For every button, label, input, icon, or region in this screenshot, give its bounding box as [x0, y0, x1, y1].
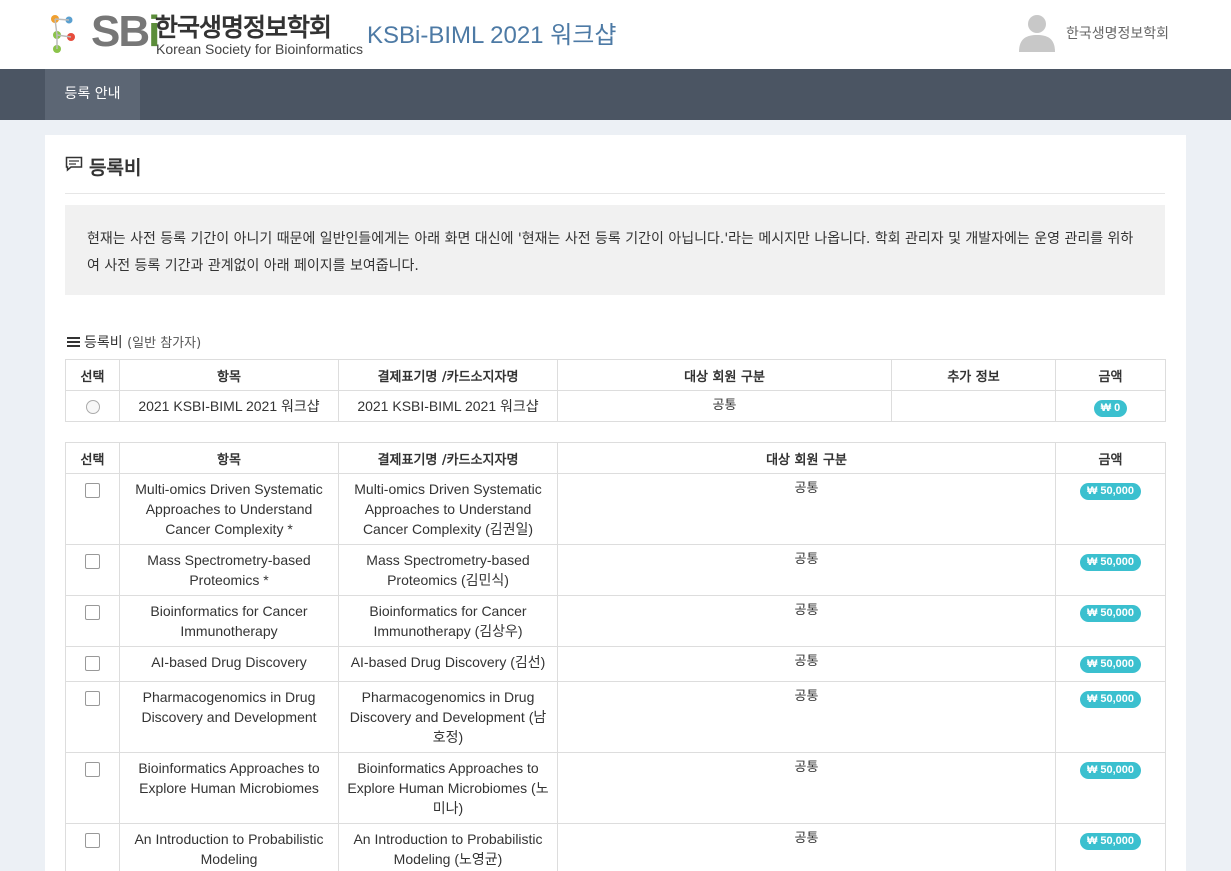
table-row: Mass Spectrometry-based Proteomics * Mas…	[65, 544, 1166, 596]
billing-name: AI-based Drug Discovery (김선)	[338, 646, 558, 682]
logo-korean-name: 한국생명정보학회	[155, 13, 332, 42]
table-row: Pharmacogenomics in Drug Discovery and D…	[65, 681, 1166, 753]
col-billing-name: 결제표기명 /카드소지자명	[338, 442, 558, 474]
registration-panel: 등록비 현재는 사전 등록 기간이 아니기 때문에 일반인들에게는 아래 화면 …	[45, 135, 1186, 871]
ksbi-logo[interactable]: SBi 한국생명정보학회 Korean Society for Bioinfor…	[47, 7, 363, 59]
panel-title: 등록비	[89, 157, 142, 179]
member-type: 공통	[557, 544, 1056, 596]
list-icon	[67, 337, 80, 347]
billing-name: Pharmacogenomics in Drug Discovery and D…	[338, 681, 558, 753]
select-checkbox[interactable]	[85, 483, 100, 498]
billing-name: An Introduction to Probabilistic Modelin…	[338, 823, 558, 871]
price-badge: ₩ 0	[1093, 399, 1128, 417]
top-header: SBi 한국생명정보학회 Korean Society for Bioinfor…	[0, 0, 1231, 69]
col-member-type: 대상 회원 구분	[557, 359, 892, 391]
price-badge: ₩ 50,000	[1079, 762, 1142, 779]
notice-box: 현재는 사전 등록 기간이 아니기 때문에 일반인들에게는 아래 화면 대신에 …	[65, 205, 1165, 295]
member-type: 공통	[557, 473, 1056, 545]
item-name: Bioinformatics Approaches to Explore Hum…	[119, 752, 339, 824]
col-price: 금액	[1055, 359, 1166, 391]
logo-english-name: Korean Society for Bioinformatics	[156, 41, 363, 57]
comment-icon	[65, 156, 83, 172]
billing-name: Bioinformatics Approaches to Explore Hum…	[338, 752, 558, 824]
item-name: Mass Spectrometry-based Proteomics *	[119, 544, 339, 596]
extra-info	[891, 390, 1056, 422]
select-checkbox[interactable]	[85, 833, 100, 848]
billing-name: 2021 KSBI-BIML 2021 워크샵	[338, 390, 558, 422]
item-name: AI-based Drug Discovery	[119, 646, 339, 682]
billing-name: Bioinformatics for Cancer Immunotherapy …	[338, 595, 558, 647]
table-row: Bioinformatics Approaches to Explore Hum…	[65, 752, 1166, 824]
col-member-type: 대상 회원 구분	[557, 442, 1056, 474]
billing-name: Mass Spectrometry-based Proteomics (김민식)	[338, 544, 558, 596]
col-extra-info: 추가 정보	[891, 359, 1056, 391]
col-item: 항목	[119, 442, 339, 474]
table-row: 2021 KSBI-BIML 2021 워크샵 2021 KSBI-BIML 2…	[65, 390, 1166, 422]
table-row: An Introduction to Probabilistic Modelin…	[65, 823, 1166, 871]
member-type: 공통	[557, 390, 892, 422]
col-select: 선택	[65, 442, 120, 474]
item-name: 2021 KSBI-BIML 2021 워크샵	[119, 390, 339, 422]
col-billing-name: 결제표기명 /카드소지자명	[338, 359, 558, 391]
select-checkbox[interactable]	[85, 656, 100, 671]
site-title[interactable]: KSBi-BIML 2021 워크샵	[367, 15, 616, 50]
price-badge: ₩ 50,000	[1079, 605, 1142, 622]
col-price: 금액	[1055, 442, 1166, 474]
select-checkbox[interactable]	[85, 554, 100, 569]
select-checkbox[interactable]	[85, 762, 100, 777]
nav-tab-registration-info[interactable]: 등록 안내	[45, 69, 140, 120]
member-type: 공통	[557, 752, 1056, 824]
price-badge: ₩ 50,000	[1079, 483, 1142, 500]
select-checkbox[interactable]	[85, 691, 100, 706]
table-row: Multi-omics Driven Systematic Approaches…	[65, 473, 1166, 545]
table-row: Bioinformatics for Cancer Immunotherapy …	[65, 595, 1166, 647]
tutorial-fee-table: 선택 항목 결제표기명 /카드소지자명 대상 회원 구분 금액 Multi-om…	[65, 442, 1166, 871]
price-badge: ₩ 50,000	[1079, 833, 1142, 850]
main-nav: 등록 안내	[0, 69, 1231, 120]
panel-header: 등록비	[65, 153, 1165, 194]
item-name: Bioinformatics for Cancer Immunotherapy	[119, 595, 339, 647]
select-radio[interactable]	[85, 400, 100, 415]
member-type: 공통	[557, 595, 1056, 647]
item-name: An Introduction to Probabilistic Modelin…	[119, 823, 339, 871]
billing-name: Multi-omics Driven Systematic Approaches…	[338, 473, 558, 545]
select-checkbox[interactable]	[85, 605, 100, 620]
workshop-fee-table: 선택 항목 결제표기명 /카드소지자명 대상 회원 구분 추가 정보 금액 20…	[65, 359, 1166, 422]
section-label: 등록비 (일반 참가자)	[67, 332, 201, 352]
price-badge: ₩ 50,000	[1079, 554, 1142, 571]
user-avatar-icon[interactable]	[1016, 10, 1058, 52]
molecule-logo-icon	[51, 15, 75, 53]
member-type: 공통	[557, 646, 1056, 682]
member-type: 공통	[557, 823, 1056, 871]
item-name: Pharmacogenomics in Drug Discovery and D…	[119, 681, 339, 753]
logo-sbi-text: SBi	[91, 7, 160, 56]
member-type: 공통	[557, 681, 1056, 753]
table-row: AI-based Drug Discovery AI-based Drug Di…	[65, 646, 1166, 682]
item-name: Multi-omics Driven Systematic Approaches…	[119, 473, 339, 545]
col-select: 선택	[65, 359, 120, 391]
col-item: 항목	[119, 359, 339, 391]
user-name[interactable]: 한국생명정보학회	[1066, 23, 1169, 43]
price-badge: ₩ 50,000	[1079, 656, 1142, 673]
price-badge: ₩ 50,000	[1079, 691, 1142, 708]
